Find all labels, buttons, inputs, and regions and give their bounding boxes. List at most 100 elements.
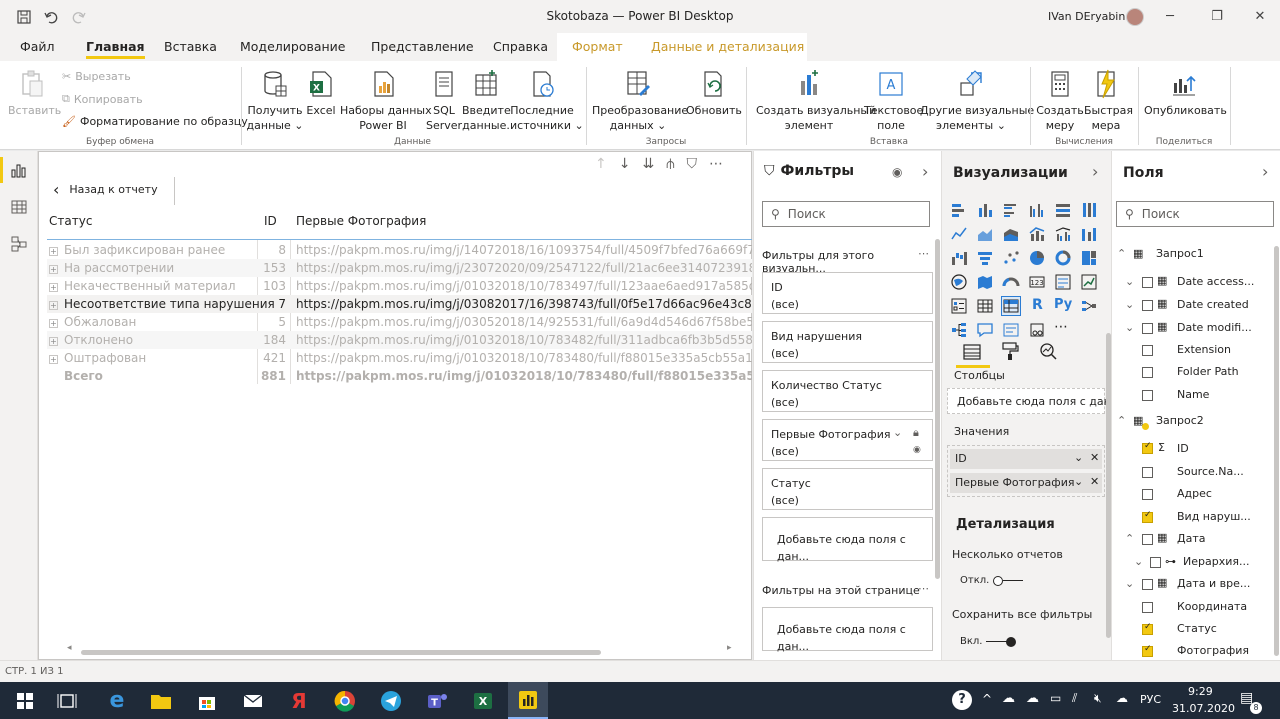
100-bar-icon[interactable] bbox=[1054, 201, 1072, 219]
checkbox-checked[interactable] bbox=[1142, 622, 1153, 635]
pie-chart-icon[interactable] bbox=[1028, 249, 1046, 267]
help-icon[interactable]: ? bbox=[952, 690, 972, 710]
drill-up-icon[interactable]: ↑ bbox=[595, 156, 607, 172]
checkbox-checked[interactable] bbox=[1142, 510, 1153, 523]
data-view-icon[interactable] bbox=[10, 198, 28, 216]
onedrive-sync-icon[interactable]: ☁ bbox=[1116, 691, 1128, 705]
fields-search-input[interactable]: ⚲ Поиск bbox=[1116, 201, 1274, 227]
funnel-chart-icon[interactable] bbox=[976, 249, 994, 267]
avatar[interactable] bbox=[1126, 8, 1144, 26]
task-view-icon[interactable] bbox=[54, 688, 80, 714]
value-chip-id[interactable]: ID ⌄ ✕ bbox=[950, 449, 1102, 469]
expand-all-icon[interactable]: ⇊ bbox=[642, 156, 654, 172]
slicer-icon[interactable] bbox=[950, 297, 968, 315]
checkbox-checked[interactable] bbox=[1142, 441, 1153, 454]
horizontal-scrollbar[interactable]: ◂ ▸ bbox=[67, 643, 739, 656]
tab-data-drill[interactable]: Данные и детализация bbox=[651, 39, 804, 54]
checkbox[interactable] bbox=[1142, 323, 1153, 334]
enter-data-button[interactable]: Введите данные. bbox=[462, 69, 511, 133]
map-icon[interactable] bbox=[950, 273, 968, 291]
expand-hierarchy-icon[interactable]: ⫛ bbox=[666, 156, 674, 172]
qa-icon[interactable] bbox=[976, 321, 994, 339]
more-options-icon[interactable]: ⋯ bbox=[918, 247, 929, 260]
checkbox[interactable] bbox=[1142, 534, 1153, 545]
filters-scroll-thumb[interactable] bbox=[935, 239, 940, 579]
checkbox-checked[interactable] bbox=[1142, 644, 1153, 657]
filter-card-status-count[interactable]: Количество Статус (все) bbox=[762, 370, 933, 412]
field-table-query1[interactable]: Запрос1 bbox=[1156, 247, 1204, 260]
chevron-right-icon[interactable]: › bbox=[1262, 162, 1268, 181]
field-datetime[interactable]: Дата и вре... bbox=[1177, 577, 1250, 590]
expand-icon[interactable]: + bbox=[49, 247, 58, 256]
more-options-icon[interactable]: ⋯ bbox=[918, 582, 929, 595]
chevron-right-icon[interactable]: › bbox=[1092, 162, 1098, 181]
scatter-icon[interactable] bbox=[1002, 249, 1020, 267]
tab-modeling[interactable]: Моделирование bbox=[240, 39, 345, 54]
field-coordinate[interactable]: Координата bbox=[1177, 600, 1247, 613]
expand-icon[interactable]: + bbox=[49, 337, 58, 346]
stacked-bar-icon[interactable] bbox=[950, 201, 968, 219]
field-date-modified[interactable]: Date modifi... bbox=[1177, 321, 1252, 334]
user-name[interactable]: IVan DEryabin bbox=[1048, 10, 1125, 23]
cloud-icon[interactable]: ☁ bbox=[1002, 691, 1015, 706]
excel-button[interactable]: X Excel bbox=[304, 69, 338, 118]
remove-icon[interactable]: ✕ bbox=[1090, 451, 1099, 464]
line-column-icon[interactable] bbox=[1028, 225, 1046, 243]
treemap-icon[interactable] bbox=[1080, 249, 1098, 267]
chevron-down-icon[interactable]: ⌄ bbox=[893, 424, 902, 441]
field-date-accessed[interactable]: Date access... bbox=[1177, 275, 1254, 288]
clustered-bar-icon[interactable] bbox=[1002, 201, 1020, 219]
cut-button[interactable]: ✂ Вырезать bbox=[62, 70, 131, 83]
expand-icon[interactable]: + bbox=[49, 265, 58, 274]
paste-button[interactable]: Вставить bbox=[8, 69, 61, 118]
checkbox[interactable] bbox=[1142, 489, 1153, 500]
edge-browser-icon[interactable]: e bbox=[104, 688, 130, 714]
clock-date[interactable]: 31.07.2020 bbox=[1172, 702, 1235, 715]
filter-icon[interactable]: ⛉ bbox=[687, 156, 698, 172]
expand-chevron-icon[interactable]: ⌄ bbox=[1134, 555, 1143, 568]
collapse-icon[interactable]: ⌃ bbox=[1117, 247, 1126, 260]
chevron-right-icon[interactable]: › bbox=[922, 162, 928, 181]
filter-card-id[interactable]: ID (все) bbox=[762, 272, 933, 314]
save-icon[interactable] bbox=[16, 9, 32, 25]
tab-insert[interactable]: Вставка bbox=[164, 39, 217, 54]
teams-icon[interactable]: T bbox=[424, 688, 450, 714]
volume-muted-icon[interactable]: 🔇︎ bbox=[1094, 691, 1102, 706]
clustered-column-icon[interactable] bbox=[1028, 201, 1046, 219]
python-icon[interactable]: Py bbox=[1054, 297, 1076, 315]
sql-server-button[interactable]: SQL Server bbox=[426, 69, 462, 133]
field-address[interactable]: Адрес bbox=[1177, 487, 1212, 500]
more-options-icon[interactable]: ⋯ bbox=[709, 156, 723, 172]
value-chip-first-photo[interactable]: Первые Фотография ⌄ ✕ bbox=[950, 473, 1102, 493]
ribbon-chart-icon[interactable] bbox=[1080, 225, 1098, 243]
table-row[interactable]: + Был зафиксирован ранее 8 https://pakpm.mo… bbox=[47, 241, 752, 259]
chevron-down-icon[interactable]: ⌄ bbox=[1074, 451, 1083, 464]
expand-icon[interactable]: + bbox=[49, 283, 58, 292]
fields-tab-icon[interactable] bbox=[962, 343, 982, 361]
filter-card-status[interactable]: Статус (все) bbox=[762, 468, 933, 510]
checkbox[interactable] bbox=[1150, 557, 1161, 568]
field-date[interactable]: Дата bbox=[1177, 532, 1205, 545]
donut-chart-icon[interactable] bbox=[1054, 249, 1072, 267]
yandex-browser-icon[interactable]: Я bbox=[286, 688, 312, 714]
checkbox[interactable] bbox=[1142, 602, 1153, 613]
battery-icon[interactable]: ▭ bbox=[1050, 691, 1061, 705]
table-row[interactable]: + На рассмотрении 153 https://pakpm.mos.ru/… bbox=[47, 259, 752, 277]
new-visual-button[interactable]: Создать визуальный элемент bbox=[756, 69, 876, 133]
format-painter-button[interactable]: 🖌 Форматирование по образцу bbox=[62, 115, 248, 128]
expand-icon[interactable]: + bbox=[49, 355, 58, 364]
keep-filters-toggle[interactable]: Вкл. bbox=[960, 636, 1017, 647]
checkbox[interactable] bbox=[1142, 467, 1153, 478]
cloud-icon[interactable]: ☁ bbox=[1026, 691, 1039, 706]
key-influencers-icon[interactable] bbox=[1080, 297, 1098, 315]
field-table-query2[interactable]: Запрос2 bbox=[1156, 414, 1204, 427]
expand-chevron-icon[interactable]: ⌄ bbox=[1125, 577, 1134, 590]
maximize-button[interactable]: ❐ bbox=[1207, 7, 1227, 27]
remove-icon[interactable]: ✕ bbox=[1090, 475, 1099, 488]
column-header-photo[interactable]: Первые Фотография bbox=[296, 214, 426, 234]
table-row-selected[interactable]: + Несоответствие типа нарушения 7 https://p… bbox=[47, 295, 752, 313]
r-script-icon[interactable]: R bbox=[1032, 297, 1050, 315]
eye-icon[interactable]: ◉ bbox=[913, 442, 921, 459]
multi-row-card-icon[interactable] bbox=[1054, 273, 1072, 291]
filter-add-fields-page[interactable]: Добавьте сюда поля с дан... bbox=[762, 607, 933, 653]
